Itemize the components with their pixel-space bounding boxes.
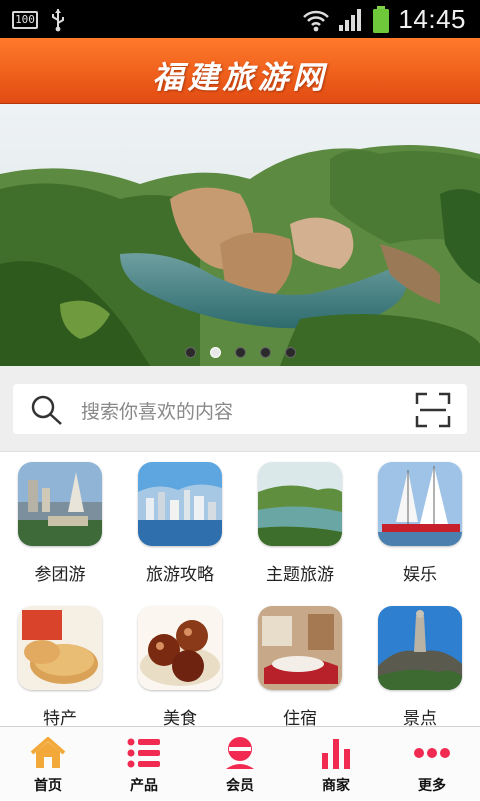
home-icon [30,737,66,768]
search-area: 搜索你喜欢的内容 [0,366,480,452]
statue-rock-photo [378,606,462,690]
city-tower-photo [18,462,102,546]
tab-home[interactable]: 首页 [0,727,96,801]
battery-icon [373,5,390,33]
tab-more[interactable]: 更多 [384,727,480,801]
carousel-indicator [0,347,480,358]
skyline-photo [138,462,222,546]
tab-label: 会员 [226,778,254,794]
tab-member[interactable]: 会员 [192,727,288,801]
category-food[interactable]: 美食 [120,596,240,740]
member-icon [226,737,254,769]
lake-hills-photo [258,462,342,546]
category-theme-travel[interactable]: 主题旅游 [240,452,360,596]
tab-label: 商家 [322,778,350,794]
tab-label: 更多 [418,778,446,794]
category-label: 主题旅游 [266,565,334,585]
hotel-room-photo [258,606,342,690]
sailboat-photo [378,462,462,546]
wifi-icon [303,10,330,31]
carousel-dot-active[interactable] [209,347,221,358]
bar-chart-icon [322,739,350,769]
dumplings-photo [138,606,222,690]
search-icon[interactable] [29,394,65,426]
category-tour-group[interactable]: 参团游 [0,452,120,596]
usb-icon [52,9,64,32]
status-bar: 100 14:45 [0,0,480,38]
category-grid: 参团游 旅游攻略 主题旅游 娱乐 特产 美食 住宿 景点 [0,452,480,729]
tab-label: 产品 [130,778,158,794]
pastry-photo [18,606,102,690]
app-header: 福建旅游网 [0,38,480,104]
search-input[interactable]: 搜索你喜欢的内容 [13,384,467,434]
tab-label: 首页 [34,778,62,794]
category-label: 娱乐 [403,565,437,585]
carousel-dot[interactable] [259,347,271,358]
banner-landscape-image [0,104,480,366]
clock: 14:45 [398,4,466,34]
category-travel-guide[interactable]: 旅游攻略 [120,452,240,596]
carousel-dot[interactable] [284,347,296,358]
page-title: 福建旅游网 [152,60,328,96]
signal-icon [339,8,362,31]
category-label: 旅游攻略 [146,565,214,585]
battery-level-badge: 100 [12,11,38,29]
category-label: 参团游 [34,565,86,585]
more-dots-icon [414,748,450,758]
list-icon [127,738,160,768]
category-lodging[interactable]: 住宿 [240,596,360,740]
tab-products[interactable]: 产品 [96,727,192,801]
banner-carousel[interactable] [0,104,480,366]
scan-icon[interactable] [415,392,451,428]
tab-merchants[interactable]: 商家 [288,727,384,801]
search-placeholder: 搜索你喜欢的内容 [81,401,234,423]
category-attractions[interactable]: 景点 [360,596,480,740]
category-specialty[interactable]: 特产 [0,596,120,740]
carousel-dot[interactable] [234,347,246,358]
category-entertainment[interactable]: 娱乐 [360,452,480,596]
bottom-tab-bar: 首页 产品 会员 商家 更多 [0,726,480,800]
carousel-dot[interactable] [184,347,196,358]
